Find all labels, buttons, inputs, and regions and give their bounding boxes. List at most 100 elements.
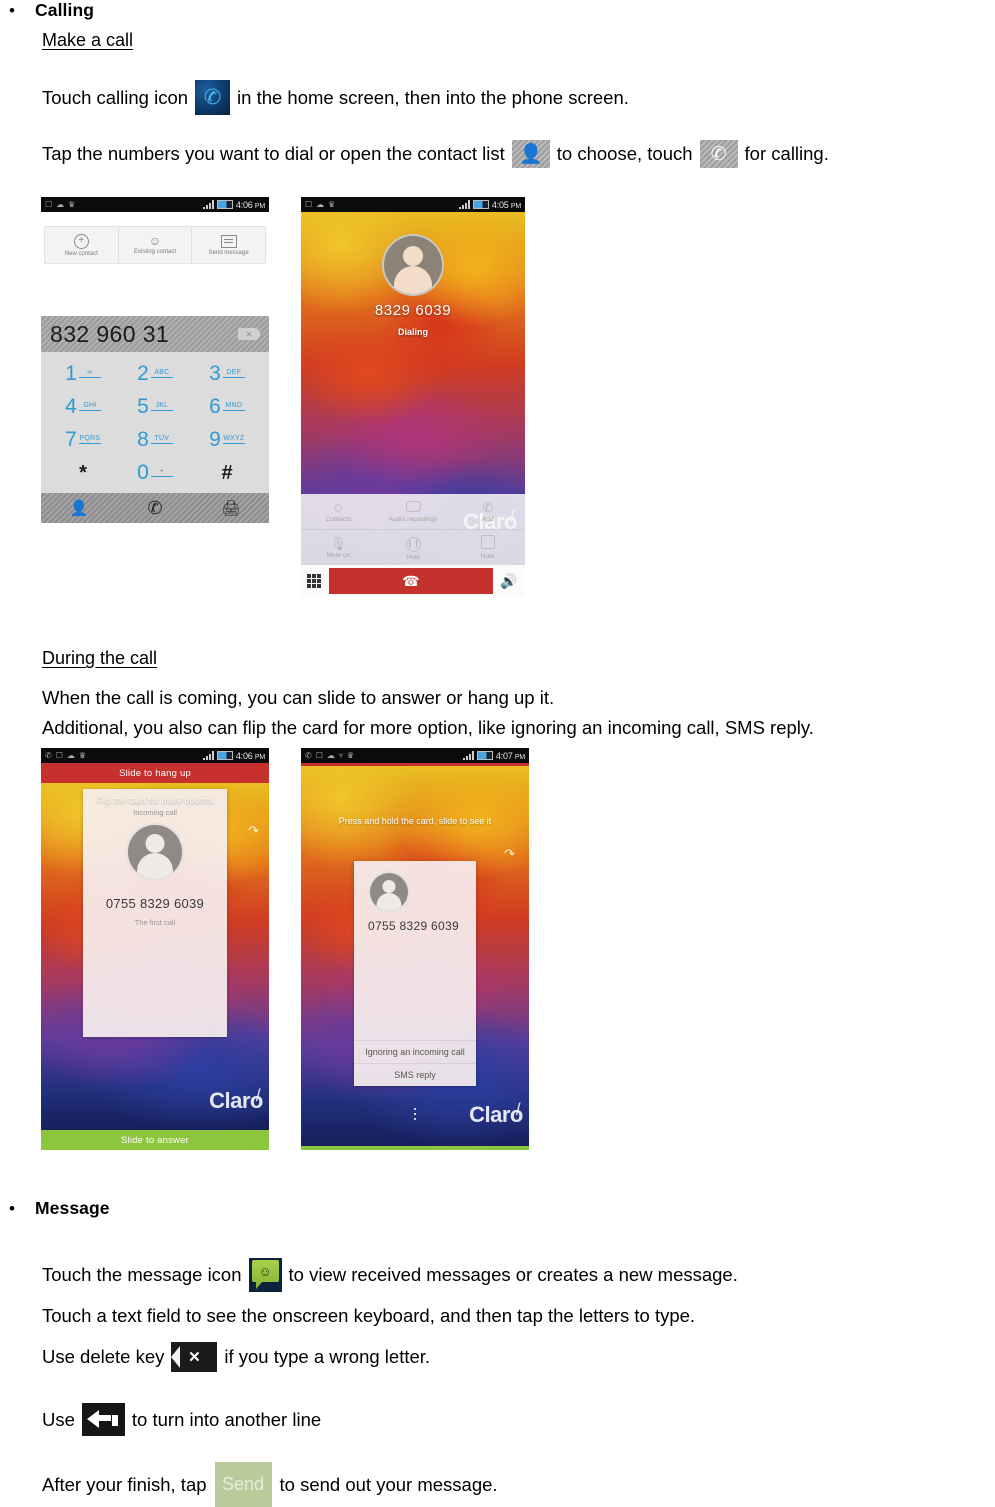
slide-to-hang-up-bar[interactable]: Slide to hang up: [41, 763, 269, 783]
card-type-label: Incoming call: [133, 808, 177, 817]
key-5[interactable]: 5 JKL: [119, 390, 191, 423]
green-sliver-bar: [301, 1146, 529, 1150]
curved-arrow-icon: ↷: [248, 823, 259, 838]
screenshot-incall: ☐ ☁ ♛ 4:05 PM 8329 6039 Dialing Claro⁄: [301, 197, 525, 597]
message-lines-icon: [220, 234, 237, 248]
status-right-icons: 4:06 PM: [202, 751, 265, 761]
contacts-button[interactable]: ☺ Contacts: [301, 494, 376, 529]
contacts-icon: ☺: [331, 499, 345, 515]
send-button[interactable]: Send: [214, 1462, 272, 1507]
message-bubble-icon: ☺: [248, 1258, 282, 1292]
backspace-delete-icon: ✕: [171, 1342, 218, 1372]
audio-recordings-button[interactable]: Audio recordings: [376, 494, 451, 529]
key-9[interactable]: 9 WXYZ: [191, 423, 263, 456]
paragraph-touch-calling-icon: Touch calling icon ✆ in the home screen,…: [42, 80, 629, 115]
key-8[interactable]: 8 TUV: [119, 423, 191, 456]
key-0[interactable]: 0 +: [119, 456, 191, 489]
end-call-icon[interactable]: ☎: [329, 568, 493, 594]
add-call-button[interactable]: ✆ Add: [450, 494, 525, 529]
paragraph-touch-text-field: Touch a text field to see the onscreen k…: [42, 1305, 696, 1326]
battery-icon: [476, 751, 493, 760]
sms-reply-option[interactable]: SMS reply: [354, 1063, 476, 1086]
cloud-icon: ☁: [326, 751, 335, 760]
sms-icon: ☐: [45, 200, 53, 209]
key-3[interactable]: 3 DEF: [191, 357, 263, 390]
key-1[interactable]: 1 ∞: [47, 357, 119, 390]
dialpad-icon[interactable]: [307, 574, 323, 588]
cardflip-number: 0755 8329 6039: [368, 919, 459, 933]
plus-circle-icon: +: [73, 233, 89, 249]
incall-options-panel: ☺ Contacts Audio recordings ✆ Add 🎙 Mute…: [301, 494, 525, 565]
paragraph-text-middle: to choose, touch: [556, 143, 693, 164]
dialpad: 1 ∞ 2 ABC 3 DEF 4 GHI 5 JKL 6 MNO 7 PQRS 8 TUV 9…: [41, 352, 269, 493]
paragraph-after-finish-send: After your finish, tap Send to send out …: [42, 1462, 498, 1507]
call-icon[interactable]: ✆: [117, 498, 193, 519]
battery-icon: [216, 200, 233, 209]
key-6[interactable]: 6 MNO: [191, 390, 263, 423]
slide-to-answer-bar[interactable]: Slide to answer: [41, 1130, 269, 1150]
status-left-icons: ✆ ☐ ☁ ▿ ♛: [305, 751, 354, 760]
key-4[interactable]: 4 GHI: [47, 390, 119, 423]
incoming-call-card[interactable]: Flip the card for more options Incoming …: [83, 789, 227, 1037]
call-options-card[interactable]: 0755 8329 6039 Ignoring an incoming call…: [354, 861, 476, 1086]
phone-icon: ✆: [305, 751, 312, 760]
dialer-spacer: [41, 266, 269, 316]
contacts-icon[interactable]: 👤: [41, 499, 117, 517]
avatar: [382, 234, 444, 296]
status-time: 4:06 PM: [235, 199, 265, 210]
bullet-marker: •: [9, 1, 15, 20]
status-left-icons: ✆ ☐ ☁ ♛: [45, 751, 86, 760]
paragraph-text-after: to turn into another line: [131, 1408, 322, 1430]
sms-icon: ☐: [305, 200, 313, 209]
key-hash[interactable]: #: [191, 456, 263, 489]
sms-icon: ☐: [55, 751, 63, 760]
new-contact-button[interactable]: + New contact: [45, 227, 119, 263]
section-heading-message: • Message: [0, 1198, 110, 1219]
heading-text: Message: [35, 1198, 110, 1218]
backspace-icon[interactable]: ✕: [238, 328, 260, 340]
paragraph-text-after: to send out your message.: [279, 1473, 498, 1495]
signal-icon: [458, 200, 470, 209]
existing-contact-button[interactable]: ☺ Existing contact: [119, 227, 193, 263]
paragraph-text-after: to view received messages or creates a n…: [288, 1264, 738, 1285]
screenshot-card-flip: ✆ ☐ ☁ ▿ ♛ 4:07 PM Press and hold the car…: [301, 748, 529, 1150]
key-7[interactable]: 7 PQRS: [47, 423, 119, 456]
mute-icon: 🎙: [330, 535, 347, 551]
incall-status-bar: ☐ ☁ ♛ 4:05 PM: [301, 197, 525, 212]
more-dots-icon: [414, 1108, 416, 1120]
key-star[interactable]: *: [47, 456, 119, 489]
claro-watermark: Claro⁄: [469, 1101, 523, 1127]
call-log-icon[interactable]: 🖨: [193, 499, 269, 517]
hold-icon: ❙❙: [405, 535, 421, 552]
note-label: Note: [480, 553, 495, 560]
dialer-contact-actions: + New contact ☺ Existing contact Send me…: [41, 212, 269, 266]
person-add-icon: ☺: [148, 234, 162, 248]
incall-number: 8329 6039: [374, 302, 452, 319]
paragraph-text-after: if you type a wrong letter.: [224, 1346, 431, 1367]
audio-recordings-icon: [405, 500, 421, 514]
incall-options-row: ☺ Contacts Audio recordings ✆ Add: [301, 494, 525, 530]
avatar: [368, 871, 410, 913]
section-heading-calling: • Calling: [0, 0, 94, 21]
hold-label: Hold: [406, 553, 420, 561]
dialpad-row: 7 PQRS 8 TUV 9 WXYZ: [47, 423, 263, 456]
hold-button[interactable]: ❙❙ Hold: [376, 530, 451, 565]
cloud-icon: ☁: [316, 200, 325, 209]
mute-button[interactable]: 🎙 Mute on: [301, 530, 376, 565]
send-message-button[interactable]: Send message: [192, 227, 265, 263]
mute-label: Mute on: [326, 551, 351, 559]
paragraph-tap-the-numbers: Tap the numbers you want to dial or open…: [42, 140, 829, 168]
note-button[interactable]: Note: [450, 530, 525, 565]
paragraph-text-after: for calling.: [744, 143, 829, 164]
status-time: 4:07 PM: [495, 750, 525, 761]
cardflip-status-bar: ✆ ☐ ☁ ▿ ♛ 4:07 PM: [301, 748, 529, 763]
subheading-make-a-call: Make a call: [42, 30, 134, 50]
curved-arrow-icon: ↷: [504, 846, 515, 861]
paragraph-touch-message-icon: Touch the message icon ☺ to view receive…: [42, 1258, 738, 1292]
speaker-icon[interactable]: 🔊: [499, 573, 519, 590]
paragraph-flip-card: Additional, you also can flip the card f…: [42, 717, 814, 738]
ignore-call-option[interactable]: Ignoring an incoming call: [354, 1040, 476, 1063]
dialed-number-display[interactable]: 832 960 31 ✕: [41, 316, 269, 352]
key-2[interactable]: 2 ABC: [119, 357, 191, 390]
screenshot-dialer: ☐ ☁ ♛ 4:06 PM + New contact ☺ Existing c…: [41, 197, 269, 597]
